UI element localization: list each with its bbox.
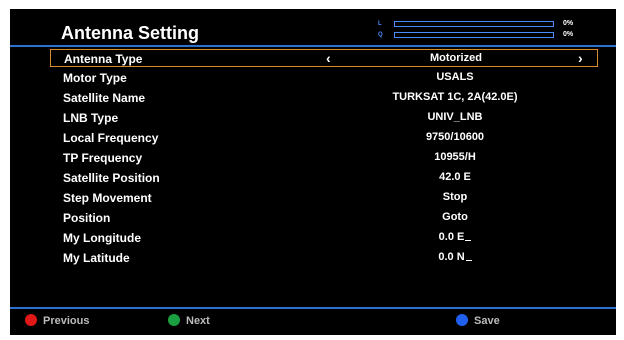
setting-value: Goto — [442, 211, 468, 223]
previous-button[interactable]: Previous — [25, 314, 89, 327]
setting-label: Position — [63, 211, 111, 225]
setting-value: Motorized — [430, 52, 482, 64]
setting-value[interactable]: 0.0 N — [340, 251, 570, 263]
signal-strength-label: L — [378, 21, 382, 27]
signal-strength-percent: 0% — [563, 20, 574, 27]
setting-label: Step Movement — [63, 191, 152, 205]
next-label: Next — [186, 315, 210, 327]
signal-quality-bar — [394, 32, 554, 38]
setting-label: TP Frequency — [63, 151, 143, 165]
next-button[interactable]: Next — [168, 314, 210, 327]
setting-row-my-longitude[interactable]: My Longitude 0.0 E — [50, 229, 598, 247]
signal-quality-percent: 0% — [563, 31, 574, 38]
setting-label: Local Frequency — [63, 131, 159, 145]
header-divider — [10, 45, 616, 47]
red-button-icon — [25, 314, 37, 326]
previous-label: Previous — [43, 315, 90, 327]
setting-row-step-movement[interactable]: Step Movement Stop — [50, 189, 598, 207]
setting-label: Motor Type — [63, 71, 127, 85]
setting-row-antenna-type[interactable]: Antenna Type ‹ Motorized › — [50, 49, 598, 67]
setting-value: 42.0 E — [439, 171, 471, 183]
green-button-icon — [168, 314, 180, 326]
setting-row-position[interactable]: Position Goto — [50, 209, 598, 227]
setting-label: LNB Type — [63, 111, 119, 125]
setting-row-lnb-type[interactable]: LNB Type UNIV_LNB — [50, 109, 598, 127]
text-cursor — [465, 240, 472, 241]
setting-row-satellite-position[interactable]: Satellite Position 42.0 E — [50, 169, 598, 187]
text-cursor — [465, 260, 472, 261]
setting-row-local-frequency[interactable]: Local Frequency 9750/10600 — [50, 129, 598, 147]
save-button[interactable]: Save — [456, 314, 500, 327]
setting-value: USALS — [436, 71, 474, 83]
setting-row-tp-frequency[interactable]: TP Frequency 10955/H — [50, 149, 598, 167]
save-label: Save — [474, 315, 500, 327]
setting-row-motor-type[interactable]: Motor Type USALS — [50, 69, 598, 87]
latitude-value: 0.0 N — [438, 251, 465, 263]
setting-label: My Latitude — [63, 251, 130, 265]
signal-strength-bar — [394, 21, 554, 27]
longitude-value: 0.0 E — [438, 231, 465, 243]
footer-divider — [10, 307, 616, 309]
page-title: Antenna Setting — [61, 23, 199, 43]
setting-value[interactable]: 0.0 E — [340, 231, 570, 243]
setting-label: Antenna Type — [64, 52, 143, 66]
setting-label: My Longitude — [63, 231, 141, 245]
setting-value: UNIV_LNB — [427, 111, 483, 123]
chevron-right-icon[interactable]: › — [578, 50, 583, 66]
signal-quality-label: Q — [378, 32, 383, 38]
tv-screen: Antenna Setting L 0% Q 0% Antenna Type ‹… — [10, 9, 616, 335]
setting-value: 10955/H — [434, 151, 476, 163]
setting-row-satellite-name[interactable]: Satellite Name TURKSAT 1C, 2A(42.0E) — [50, 89, 598, 107]
setting-value: Stop — [442, 191, 468, 203]
setting-label: Satellite Name — [63, 91, 146, 105]
setting-value: 9750/10600 — [425, 131, 485, 143]
setting-label: Satellite Position — [63, 171, 160, 185]
chevron-left-icon[interactable]: ‹ — [326, 50, 331, 66]
setting-row-my-latitude[interactable]: My Latitude 0.0 N — [50, 249, 598, 267]
blue-button-icon — [456, 314, 468, 326]
setting-value: TURKSAT 1C, 2A(42.0E) — [392, 91, 518, 103]
